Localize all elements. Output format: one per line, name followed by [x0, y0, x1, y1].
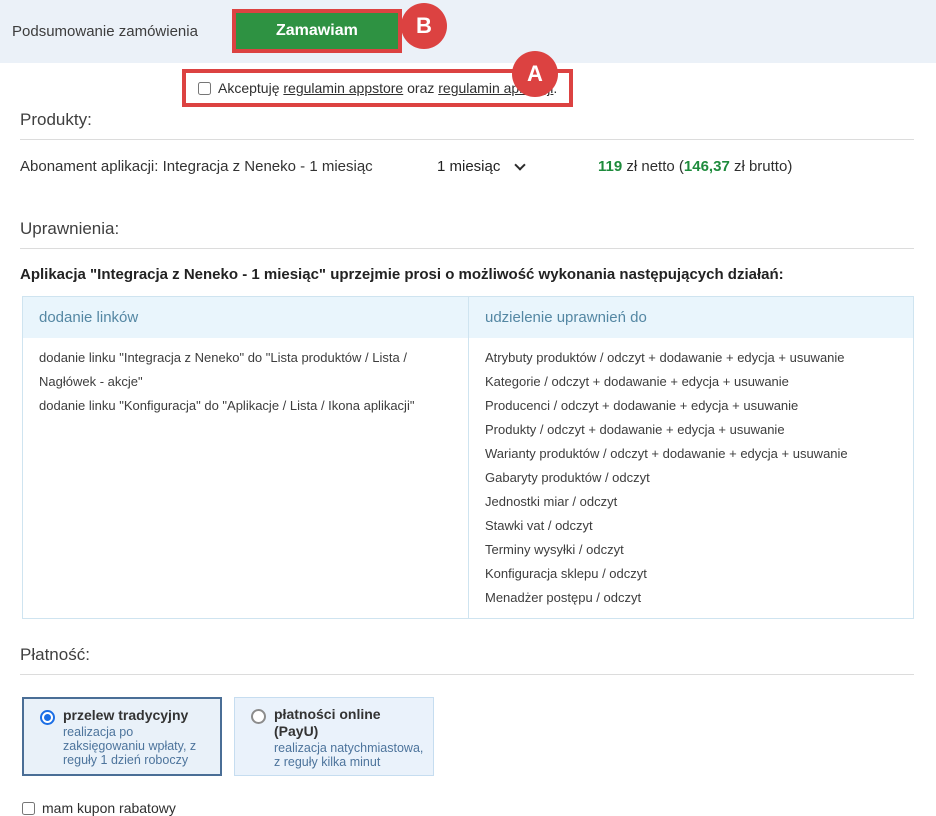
permissions-section-heading: Uprawnienia: — [20, 219, 914, 249]
permission-item: Producenci / odczyt + dodawanie + edycja… — [485, 398, 799, 413]
payment-option-description: realizacja natychmiastowa, z reguły kilk… — [274, 741, 424, 769]
radio-unchecked-icon[interactable] — [251, 709, 266, 724]
price-net: 119 — [598, 158, 623, 175]
annotation-circle-a: A — [512, 51, 558, 97]
page-title: Podsumowanie zamówienia — [12, 23, 198, 40]
order-button-highlight: Zamawiam — [232, 9, 402, 53]
permission-item: Menadżer postępu / odczyt — [485, 590, 642, 605]
payment-option-title: płatności online (PayU) — [274, 706, 381, 739]
terms-checkbox[interactable] — [198, 81, 211, 95]
coupon-label: mam kupon rabatowy — [42, 800, 176, 816]
payment-option-text: płatności online (PayU) realizacja natyc… — [274, 706, 427, 769]
links-cell: dodanie linku "Integracja z Neneko" do "… — [23, 338, 468, 618]
payment-option-description: realizacja po zaksięgowaniu wpłaty, z re… — [63, 725, 197, 767]
payment-section-heading: Płatność: — [20, 645, 914, 675]
product-row: Abonament aplikacji: Integracja z Neneko… — [20, 158, 914, 175]
payment-option-payu[interactable]: płatności online (PayU) realizacja natyc… — [234, 697, 434, 776]
permission-item: Stawki vat / odczyt — [485, 518, 593, 533]
payment-option-title: przelew tradycyjny — [63, 707, 189, 723]
coupon-checkbox[interactable] — [22, 801, 35, 815]
permission-item: Atrybuty produktów / odczyt + dodawanie … — [485, 350, 845, 365]
permission-item: Warianty produktów / odczyt + dodawanie … — [485, 446, 848, 461]
radio-checked-icon[interactable] — [40, 710, 55, 725]
products-section-heading: Produkty: — [20, 110, 914, 140]
price-gross: 146,37 — [683, 158, 730, 175]
order-summary-header: Podsumowanie zamówienia — [0, 0, 936, 63]
permission-item: Konfiguracja sklepu / odczyt — [485, 566, 647, 581]
payment-option-bank-transfer[interactable]: przelew tradycyjny realizacja po zaksięg… — [22, 697, 222, 776]
link-item: dodanie linku "Integracja z Neneko" do "… — [39, 350, 407, 389]
payment-options: przelew tradycyjny realizacja po zaksięg… — [22, 697, 914, 776]
price-net-label: zł netto ( — [622, 158, 684, 175]
duration-select[interactable]: 1 miesiąc — [437, 158, 598, 175]
permission-item: Jednostki miar / odczyt — [485, 494, 618, 509]
permissions-cell: Atrybuty produktów / odczyt + dodawanie … — [468, 338, 913, 618]
chevron-down-icon — [514, 158, 527, 171]
order-button[interactable]: Zamawiam — [236, 13, 398, 49]
permission-item: Gabaryty produktów / odczyt — [485, 470, 650, 485]
terms-prefix: Akceptuję — [218, 80, 284, 96]
annotation-circle-b: B — [401, 3, 447, 49]
permissions-intro: Aplikacja "Integracja z Neneko - 1 miesi… — [20, 266, 784, 283]
table-header-permissions: udzielenie uprawnień do — [468, 297, 913, 338]
table-header-links: dodanie linków — [23, 297, 468, 338]
product-price: 119 zł netto (146,37 zł brutto) — [598, 158, 792, 175]
permissions-table: dodanie linków udzielenie uprawnień do d… — [22, 296, 914, 619]
link-item: dodanie linku "Konfiguracja" do "Aplikac… — [39, 398, 415, 413]
product-name: Abonament aplikacji: Integracja z Neneko… — [20, 158, 373, 175]
terms-label: Akceptuję regulamin appstore oraz regula… — [218, 80, 557, 96]
price-gross-label: zł brutto) — [729, 158, 793, 175]
permission-item: Kategorie / odczyt + dodawanie + edycja … — [485, 374, 789, 389]
appstore-terms-link[interactable]: regulamin appstore — [283, 80, 403, 96]
duration-select-value: 1 miesiąc — [437, 158, 501, 175]
permission-item: Terminy wysyłki / odczyt — [485, 542, 624, 557]
payment-option-text: przelew tradycyjny realizacja po zaksięg… — [63, 707, 214, 768]
permission-item: Produkty / odczyt + dodawanie + edycja +… — [485, 422, 785, 437]
coupon-row: mam kupon rabatowy — [22, 800, 936, 816]
terms-middle: oraz — [403, 80, 439, 96]
